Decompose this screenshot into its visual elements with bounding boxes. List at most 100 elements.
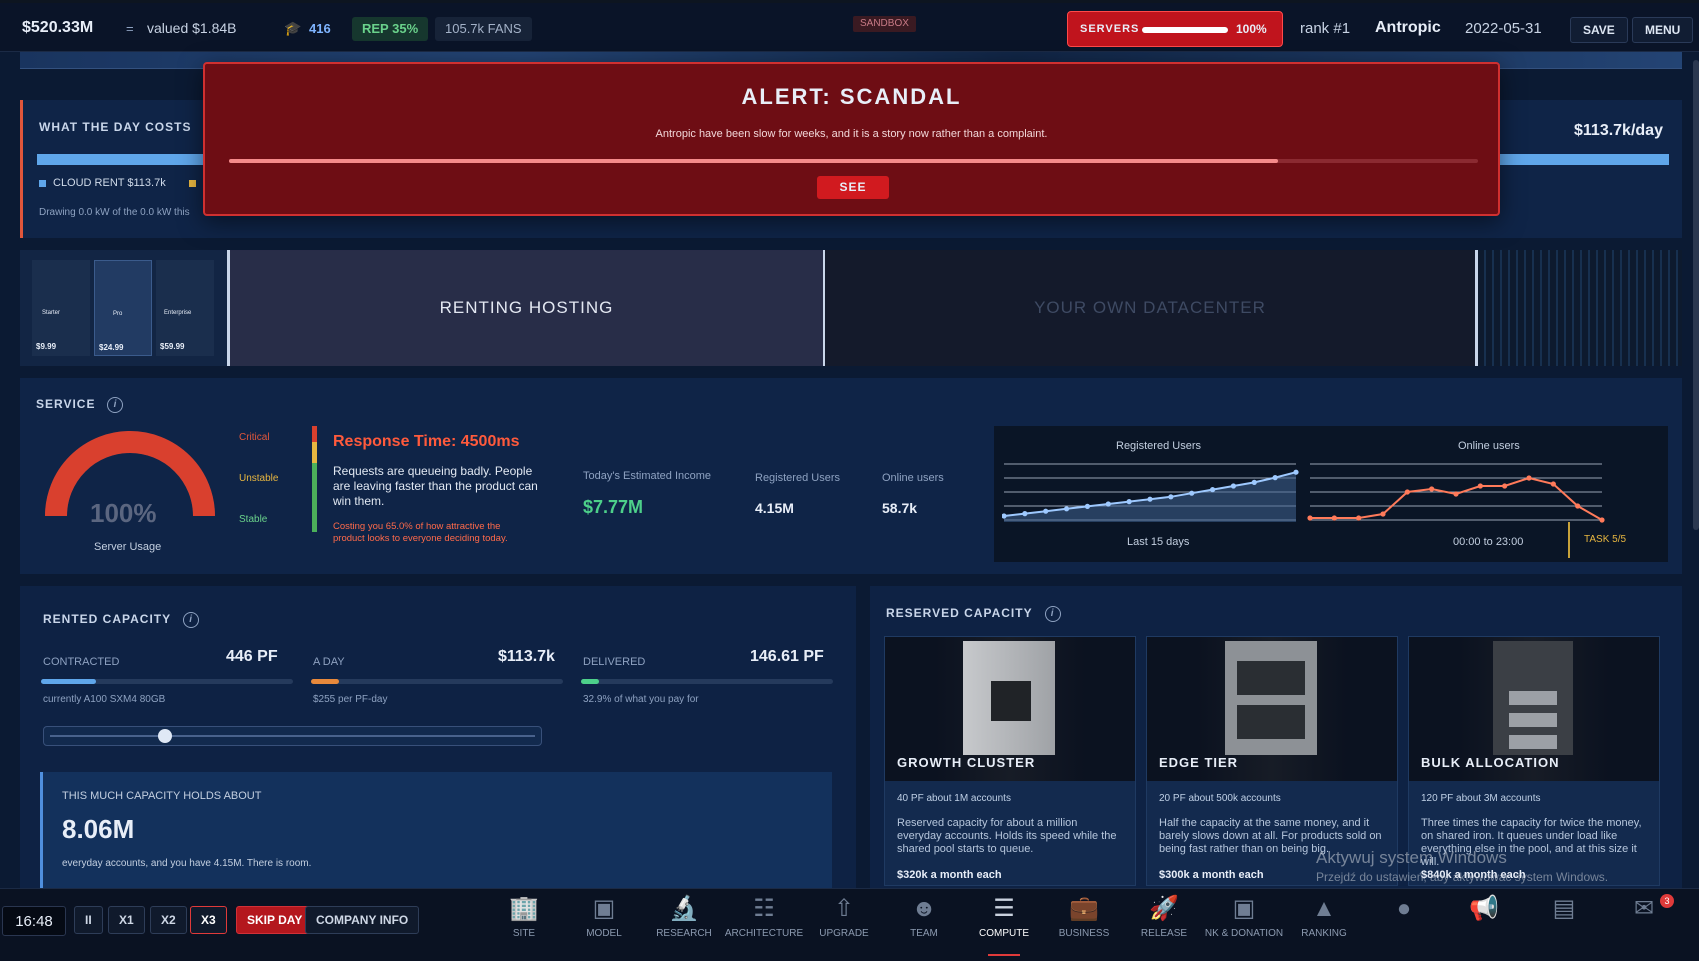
- registered-point-5: [1105, 501, 1111, 507]
- registered-point-8: [1168, 494, 1174, 500]
- scandal-alert-modal: ALERT: SCANDAL Antropic have been slow f…: [203, 62, 1500, 216]
- megaphone-icon: 📢: [1469, 895, 1499, 922]
- registered-point-9: [1189, 490, 1195, 496]
- nav-business[interactable]: 💼 BUSINESS: [1044, 888, 1124, 961]
- nav-upgrade[interactable]: ⇧ UPGRADE: [804, 888, 884, 961]
- aday-sub: $255 per PF-day: [313, 694, 388, 705]
- online-chart-title: Online users: [1458, 440, 1520, 452]
- card-sub: 20 PF about 500k accounts: [1159, 793, 1281, 804]
- tab-renting-hosting[interactable]: RENTING HOSTING: [230, 250, 823, 366]
- speed-x1-button[interactable]: X1: [108, 906, 145, 934]
- registered-users-chart: [1002, 463, 1299, 522]
- plan-pro-name: Pro: [113, 311, 123, 317]
- nav-compute[interactable]: ☰ COMPUTE: [964, 888, 1044, 961]
- info-icon[interactable]: i: [1044, 606, 1061, 622]
- online-point-9: [1526, 475, 1532, 481]
- nav-team[interactable]: ☻ TEAM: [884, 888, 964, 961]
- gauge-caption: Server Usage: [94, 541, 162, 553]
- aday-value: $113.7k: [498, 648, 555, 665]
- nav-research[interactable]: 🔬 RESEARCH: [644, 888, 724, 961]
- news-icon: ▤: [1552, 895, 1576, 922]
- slider-thumb[interactable]: [158, 729, 173, 743]
- plan-starter-price: $9.99: [36, 342, 57, 351]
- online-line: [1310, 476, 1603, 521]
- registered-chart-xlabel: Last 15 days: [1127, 536, 1190, 548]
- nav-globe[interactable]: ●: [1364, 888, 1444, 961]
- gauge-value: 100%: [90, 498, 157, 528]
- nav-release[interactable]: 🚀 RELEASE: [1124, 888, 1204, 961]
- hosting-selector: Starter $9.99 Pro $24.99 Enterprise $59.…: [20, 250, 1682, 366]
- servers-meter: [1142, 27, 1228, 33]
- other-cost-swatch: [189, 180, 196, 187]
- windows-watermark-title: Aktywuj system Windows: [1316, 848, 1507, 867]
- online-users-value: 58.7k: [882, 500, 918, 516]
- building-icon: 🏢: [509, 895, 539, 922]
- team-icon: ☻: [911, 895, 937, 922]
- capacity-holds-box: THIS MUCH CAPACITY HOLDS ABOUT 8.06M eve…: [40, 772, 832, 888]
- registered-point-1: [1022, 511, 1028, 517]
- chip-icon: ▣: [592, 895, 616, 922]
- registered-point-11: [1230, 483, 1237, 489]
- pause-button[interactable]: II: [74, 906, 103, 934]
- online-point-0: [1307, 515, 1313, 521]
- capacity-slider[interactable]: [43, 726, 542, 746]
- aday-bar: [311, 679, 563, 684]
- alert-see-button[interactable]: SEE: [817, 176, 889, 199]
- nav-donation[interactable]: ▣ NK & DONATION: [1204, 888, 1284, 961]
- speed-x2-button[interactable]: X2: [150, 906, 187, 934]
- company-info-button[interactable]: COMPANY INFO: [305, 906, 420, 934]
- card-description: Reserved capacity for about a million ev…: [897, 817, 1117, 855]
- card-growth-cluster[interactable]: GROWTH CLUSTER 40 PF about 1M accounts R…: [884, 636, 1136, 886]
- speed-x3-button[interactable]: X3: [190, 906, 227, 934]
- online-point-6: [1453, 491, 1459, 497]
- skip-day-button[interactable]: SKIP DAY: [236, 906, 314, 934]
- registered-point-10: [1209, 487, 1216, 493]
- chart-icon: ▲: [1312, 895, 1336, 922]
- info-icon[interactable]: i: [183, 612, 200, 628]
- nav-marketing[interactable]: 📢: [1444, 888, 1524, 961]
- online-point-10: [1550, 481, 1556, 487]
- holds-label: THIS MUCH CAPACITY HOLDS ABOUT: [62, 790, 262, 802]
- delivered-label: DELIVERED: [583, 656, 646, 668]
- power-draw-text: Drawing 0.0 kW of the 0.0 kW this: [39, 207, 190, 218]
- rented-capacity-title: RENTED CAPACITY i: [43, 612, 200, 628]
- task-marker: [1568, 522, 1570, 558]
- rocket-icon: 🚀: [1149, 895, 1179, 922]
- plan-starter-name: Starter: [42, 310, 61, 316]
- servers-status[interactable]: SERVERS 100%: [1067, 11, 1283, 47]
- response-time-title: Response Time: 4500ms: [333, 433, 520, 450]
- tab-own-datacenter[interactable]: YOUR OWN DATACENTER: [825, 250, 1475, 366]
- nav-site[interactable]: 🏢 SITE: [484, 888, 564, 961]
- datacenter-preview: [1478, 250, 1682, 366]
- registered-users-value: 4.15M: [755, 500, 794, 516]
- card-price: $320k a month each: [897, 869, 1002, 881]
- menu-button[interactable]: MENU: [1632, 17, 1694, 43]
- nav-architecture[interactable]: ☷ ARCHITECTURE: [724, 888, 804, 961]
- rank-label: rank #1: [1300, 20, 1351, 37]
- nav-news[interactable]: ▤: [1524, 888, 1604, 961]
- day-costs-title: WHAT THE DAY COSTS: [39, 120, 192, 134]
- slider-track: [50, 735, 535, 737]
- task-progress[interactable]: TASK 5/5: [1584, 534, 1626, 545]
- save-button[interactable]: SAVE: [1570, 17, 1628, 43]
- nav-model[interactable]: ▣ MODEL: [564, 888, 644, 961]
- users-charts-svg: [1002, 463, 1605, 523]
- nav-ranking[interactable]: ▲ RANKING: [1284, 888, 1364, 961]
- donation-icon: ▣: [1232, 895, 1256, 922]
- mail-badge: 3: [1660, 894, 1674, 908]
- online-point-8: [1502, 483, 1508, 489]
- card-sub: 120 PF about 3M accounts: [1421, 793, 1541, 804]
- online-point-5: [1429, 486, 1435, 492]
- online-point-12: [1599, 517, 1605, 523]
- cloud-rent-legend: CLOUD RENT $113.7k: [53, 177, 166, 189]
- aday-label: A DAY: [313, 656, 345, 668]
- nav-mail[interactable]: ✉ 3: [1604, 888, 1684, 961]
- registered-users-label: Registered Users: [755, 472, 840, 484]
- income-value: $7.77M: [583, 497, 644, 517]
- company-valuation: valued $1.84B: [147, 20, 237, 36]
- info-icon[interactable]: i: [107, 397, 124, 413]
- online-point-4: [1404, 489, 1410, 495]
- contracted-value: 446 PF: [226, 648, 278, 665]
- page-scrollbar[interactable]: [1693, 60, 1699, 530]
- critical-label: Critical: [239, 432, 270, 443]
